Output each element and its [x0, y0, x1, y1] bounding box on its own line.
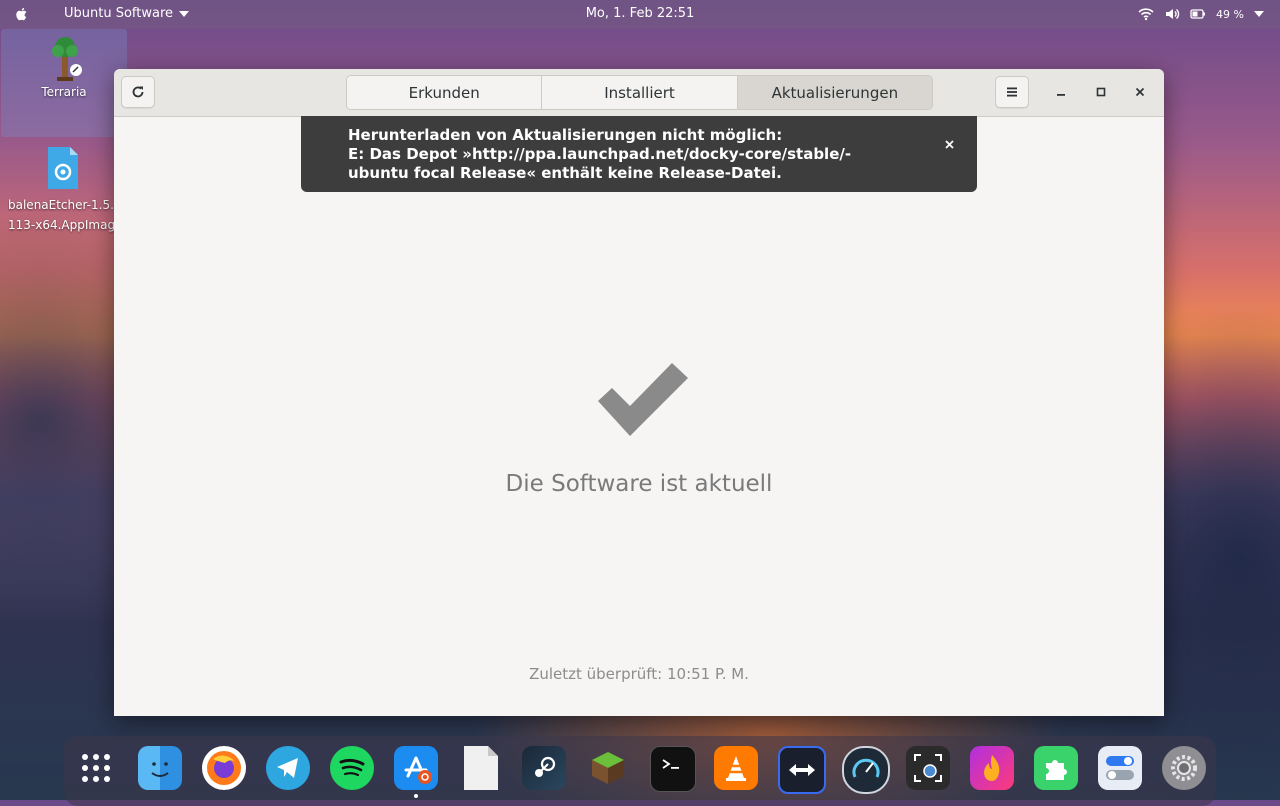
dock-app-grid[interactable]	[74, 746, 118, 790]
top-bar: Ubuntu Software Mo, 1. Feb 22:51 49 %	[0, 0, 1280, 29]
volume-icon	[1166, 8, 1180, 20]
document-icon	[464, 746, 498, 790]
notification-line: Herunterladen von Aktualisierungen nicht…	[348, 126, 783, 144]
battery-icon	[1190, 9, 1206, 19]
tab-updates[interactable]: Aktualisierungen	[737, 76, 932, 109]
appimage-file-icon	[48, 147, 78, 189]
hamburger-icon	[1007, 87, 1017, 97]
finder-icon	[151, 762, 169, 777]
dock-minecraft[interactable]	[586, 746, 630, 790]
chevron-down-icon	[1254, 11, 1264, 17]
minimize-button[interactable]	[1050, 81, 1072, 103]
dock-settings[interactable]	[1162, 746, 1206, 790]
dock-vlc[interactable]	[714, 746, 758, 790]
menu-button[interactable]	[995, 76, 1029, 108]
spotify-icon	[339, 758, 365, 777]
refresh-button[interactable]	[121, 76, 155, 108]
maximize-button[interactable]	[1090, 81, 1112, 103]
notification-line: ubuntu focal Release« enthält keine Rele…	[348, 164, 782, 182]
dock-screenshot[interactable]	[906, 746, 950, 790]
view-switcher: Erkunden Installiert Aktualisierungen	[346, 75, 933, 110]
dock-finder[interactable]	[138, 746, 182, 790]
notification-line: E: Das Depot »http://ppa.launchpad.net/d…	[348, 145, 852, 163]
desktop-icon-label: balenaEtcher-1.5. 113-x64.AppImage	[8, 195, 118, 235]
vlc-cone-icon	[726, 756, 746, 781]
dock-files[interactable]	[458, 746, 502, 790]
checkmark-icon	[598, 363, 688, 436]
telegram-icon	[277, 758, 298, 778]
close-icon	[1135, 87, 1145, 97]
header-bar: Erkunden Installiert Aktualisierungen	[114, 69, 1164, 117]
dock-software-center[interactable]	[394, 746, 438, 790]
dock-extensions[interactable]	[1034, 746, 1078, 790]
dock	[64, 736, 1216, 806]
error-notification: Herunterladen von Aktualisierungen nicht…	[301, 116, 977, 192]
terraria-tree-icon	[52, 37, 82, 81]
battery-percent: 49 %	[1216, 7, 1244, 21]
close-button[interactable]	[1129, 81, 1151, 103]
refresh-icon	[132, 86, 144, 98]
desktop-icon-label: Terraria	[41, 85, 87, 99]
last-checked-label: Zuletzt überprüft: 10:51 P. M.	[529, 665, 749, 683]
toggle-switches-icon	[1106, 756, 1134, 780]
clock[interactable]: Mo, 1. Feb 22:51	[0, 6, 1280, 21]
dock-tweaks[interactable]	[1098, 746, 1142, 790]
dock-spotify[interactable]	[330, 746, 374, 790]
running-indicator	[414, 794, 418, 798]
firefox-icon	[207, 751, 241, 785]
terminal-icon	[662, 759, 679, 769]
ubuntu-software-window: Erkunden Installiert Aktualisierungen He…	[114, 69, 1164, 716]
app-store-icon	[404, 756, 432, 784]
notification-close-button[interactable]	[937, 132, 961, 156]
app-grid-icon	[82, 754, 110, 782]
system-tray[interactable]: 49 %	[1138, 6, 1264, 22]
screenshot-camera-icon	[914, 754, 942, 782]
minimize-icon	[1057, 94, 1065, 96]
minecraft-block-icon	[592, 752, 624, 784]
dock-teamviewer[interactable]	[778, 746, 826, 794]
stacer-gauge-icon	[852, 758, 880, 778]
dock-stacer[interactable]	[842, 746, 890, 794]
notification-message: Herunterladen von Aktualisierungen nicht…	[348, 126, 908, 183]
dock-telegram[interactable]	[266, 746, 310, 790]
dock-spark[interactable]	[970, 746, 1014, 790]
desktop-icon-label-text: balenaEtcher-1.5. 113-x64.AppImage	[8, 198, 118, 232]
teamviewer-arrows-icon	[789, 764, 815, 776]
tab-installed[interactable]: Installiert	[542, 76, 738, 109]
dock-firefox[interactable]	[202, 746, 246, 790]
dock-terminal[interactable]	[650, 746, 696, 792]
gear-icon	[1171, 755, 1197, 781]
tab-explore[interactable]: Erkunden	[347, 76, 543, 109]
steam-icon	[535, 756, 556, 777]
status-message: Die Software ist aktuell	[505, 471, 773, 497]
desktop-icon-terraria[interactable]: Terraria	[1, 29, 127, 137]
close-icon	[944, 139, 954, 149]
dock-steam[interactable]	[522, 746, 566, 790]
wifi-icon	[1138, 8, 1154, 21]
desktop-icon-etcher[interactable]: balenaEtcher-1.5. 113-x64.AppImage	[0, 145, 126, 245]
maximize-icon	[1096, 87, 1106, 97]
puzzle-icon	[1046, 760, 1067, 780]
flame-icon	[984, 755, 1000, 781]
